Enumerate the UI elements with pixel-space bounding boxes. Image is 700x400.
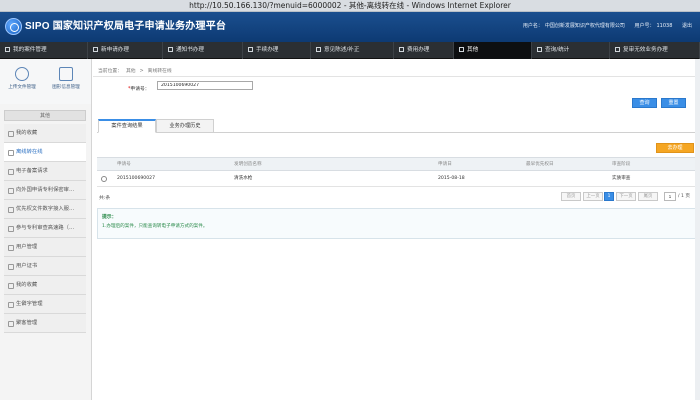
sidebar-item-pph[interactable]: 参与专利审查高速路（… [4, 219, 86, 238]
nav-query-stats[interactable]: 查询/统计 [532, 42, 610, 59]
total-count: 共:条 [99, 196, 111, 201]
sidebar-section-title: 其他 [4, 110, 86, 121]
document-icon [93, 46, 98, 52]
col-stage: 审查阶段 [612, 162, 631, 167]
results-panel: 去办理 申请号 发明创造名称 申请日 最早优先权日 审查阶段 201510069… [97, 133, 697, 274]
breadcrumb-separator: > [139, 69, 144, 74]
pager-current-page[interactable]: 1 [604, 192, 614, 201]
row-select-radio[interactable] [101, 176, 107, 182]
user-name: 中国创新发展知识产权代理有限公司 [544, 23, 625, 29]
logo-text: SIPO [25, 21, 50, 32]
nav-my-cases[interactable]: 我的案件管理 [0, 42, 88, 59]
result-tabs: 案件查询结果 业务办理历史 [97, 118, 697, 133]
sidebar: 上传文件管理 图形信息管理 其他 我的收藏 离线转在线 电子备案请求 向外国申请… [0, 59, 92, 400]
pager-prev-button[interactable]: 上一页 [583, 192, 603, 201]
sidebar-tools: 上传文件管理 图形信息管理 [0, 59, 91, 104]
sidebar-item-clients[interactable]: 聚客管理 [4, 314, 86, 333]
folder-icon [59, 67, 73, 81]
sidebar-item-e-filing-request[interactable]: 电子备案请求 [4, 162, 86, 181]
window-title-bar: http://10.50.166.130/?menuid=6000002 - 其… [0, 0, 700, 12]
nav-new-application[interactable]: 新申请办理 [88, 42, 163, 59]
edit-icon [316, 46, 321, 52]
col-title: 发明创造名称 [234, 162, 262, 167]
sidebar-item-user-management[interactable]: 用户管理 [4, 238, 86, 257]
sipo-logo-icon [5, 18, 22, 35]
app-header: SIPO 国家知识产权局电子申请业务办理平台 用户名： 中国创新发展知识产权代理有限… [0, 12, 700, 42]
platform-name: 国家知识产权局电子申请业务办理平台 [52, 21, 227, 32]
cell-filing-date: 2015-08-18 [438, 176, 465, 181]
tool-upload-files[interactable]: 上传文件管理 [3, 63, 41, 90]
form-icon [248, 46, 253, 52]
window-scrollbar[interactable] [695, 59, 700, 400]
nav-opinions[interactable]: 意见陈述/补正 [311, 42, 394, 59]
nav-fees[interactable]: 费用办理 [394, 42, 454, 59]
platform-title: SIPO 国家知识产权局电子申请业务办理平台 [25, 21, 226, 33]
logout-link[interactable]: 退出 [682, 23, 692, 29]
table-row[interactable]: 2015100690027 清洗水枪 2015-08-18 实质审查 [97, 171, 697, 187]
tips-text: 1.办理后的案件，只能查询转电子申请方式的案件。 [102, 224, 208, 229]
pager-last-button[interactable]: 尾页 [638, 192, 658, 201]
sidebar-item-foreign-secrecy[interactable]: 向外国申请专利保密审… [4, 181, 86, 200]
main-nav: 我的案件管理 新申请办理 通知书办理 手续办理 意见陈述/补正 费用办理 其他 … [0, 42, 700, 59]
review-icon [615, 46, 620, 52]
folder-icon [5, 46, 10, 52]
nav-reexam[interactable]: 复审无效业务办理 [610, 42, 700, 59]
breadcrumb-other[interactable]: 其他 [126, 69, 136, 74]
pager-first-button[interactable]: 首页 [561, 192, 581, 201]
user-info: 用户名： 中国创新发展知识产权代理有限公司 用户号： 11038 退出 [521, 23, 692, 30]
reset-button[interactable]: 重置 [661, 98, 686, 108]
pager-total-pages: / 1 页 [678, 194, 690, 199]
other-icon [459, 46, 464, 52]
money-icon [399, 46, 404, 52]
sidebar-item-rare-chars[interactable]: 生僻字管理 [4, 295, 86, 314]
nav-other[interactable]: 其他 [454, 42, 532, 59]
tips-box: 提示： 1.办理后的案件，只能查询转电子申请方式的案件。 [97, 208, 697, 239]
sidebar-item-favorites[interactable]: 我的收藏 [4, 124, 86, 143]
sidebar-item-favorites-2[interactable]: 我的收藏 [4, 276, 86, 295]
pagination: 共:条 首页 上一页 1 下一页 尾页 / 1 页 [97, 192, 697, 202]
cell-stage: 实质审查 [612, 176, 631, 181]
cell-app-no: 2015100690027 [117, 176, 155, 181]
tab-business-history[interactable]: 业务办理历史 [156, 119, 214, 133]
sidebar-item-offline-to-online[interactable]: 离线转在线 [4, 143, 86, 162]
main-content: 当前位置：其他>离线转在线 *申请号： 查询 重置 案件查询结果 业务办理历史 … [93, 59, 700, 400]
mail-icon [168, 46, 173, 52]
breadcrumb-current: 离线转在线 [147, 69, 172, 74]
user-label: 用户名： [522, 23, 543, 29]
tips-title: 提示： [102, 215, 117, 220]
search-button[interactable]: 查询 [632, 98, 657, 108]
search-icon [537, 46, 542, 52]
cell-title: 清洗水枪 [234, 176, 253, 181]
col-app-no: 申请号 [117, 162, 131, 167]
nav-procedures[interactable]: 手续办理 [243, 42, 311, 59]
app-no-label: *申请号： [128, 87, 150, 92]
table-header: 申请号 发明创造名称 申请日 最早优先权日 审查阶段 [97, 157, 697, 171]
breadcrumb: 当前位置： 其他 > 离线转在线 [98, 67, 176, 74]
app-no-input[interactable] [157, 81, 253, 90]
user-id-label: 用户号： [634, 23, 655, 29]
user-id: 11038 [656, 23, 673, 29]
tool-graphic-info[interactable]: 图形信息管理 [47, 63, 85, 90]
col-priority-date: 最早优先权日 [526, 162, 554, 167]
nav-notices[interactable]: 通知书办理 [163, 42, 243, 59]
tab-case-results[interactable]: 案件查询结果 [98, 119, 156, 133]
breadcrumb-divider [93, 76, 700, 77]
sidebar-item-priority-das[interactable]: 优先权文件数字接入服… [4, 200, 86, 219]
sidebar-item-user-certificate[interactable]: 用户证书 [4, 257, 86, 276]
upload-cloud-icon [15, 67, 29, 81]
col-filing-date: 申请日 [438, 162, 452, 167]
pager-page-input[interactable] [664, 192, 676, 201]
convert-button[interactable]: 去办理 [656, 143, 694, 153]
pager-next-button[interactable]: 下一页 [616, 192, 636, 201]
breadcrumb-prefix: 当前位置： [98, 69, 122, 74]
